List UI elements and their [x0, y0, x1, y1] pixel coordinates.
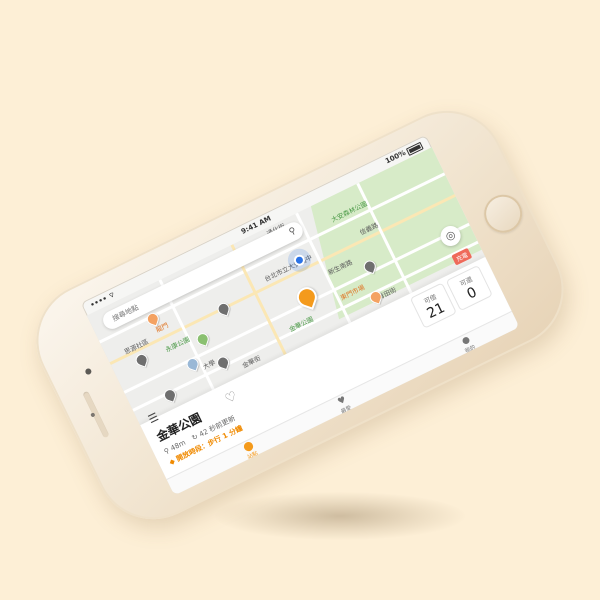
phone-drop-shadow	[215, 492, 465, 540]
park-poi-marker[interactable]	[195, 331, 211, 347]
map-label: 金華公園	[287, 315, 315, 334]
phone-device: •••• ⌔ 9:41 AM 100% 通化街 臨江公園 大安森林公園 永康公園…	[16, 91, 584, 539]
station-marker[interactable]	[134, 352, 150, 368]
favorite-heart-icon[interactable]: ♡	[223, 389, 240, 408]
map-label: 思源社區	[123, 337, 150, 357]
